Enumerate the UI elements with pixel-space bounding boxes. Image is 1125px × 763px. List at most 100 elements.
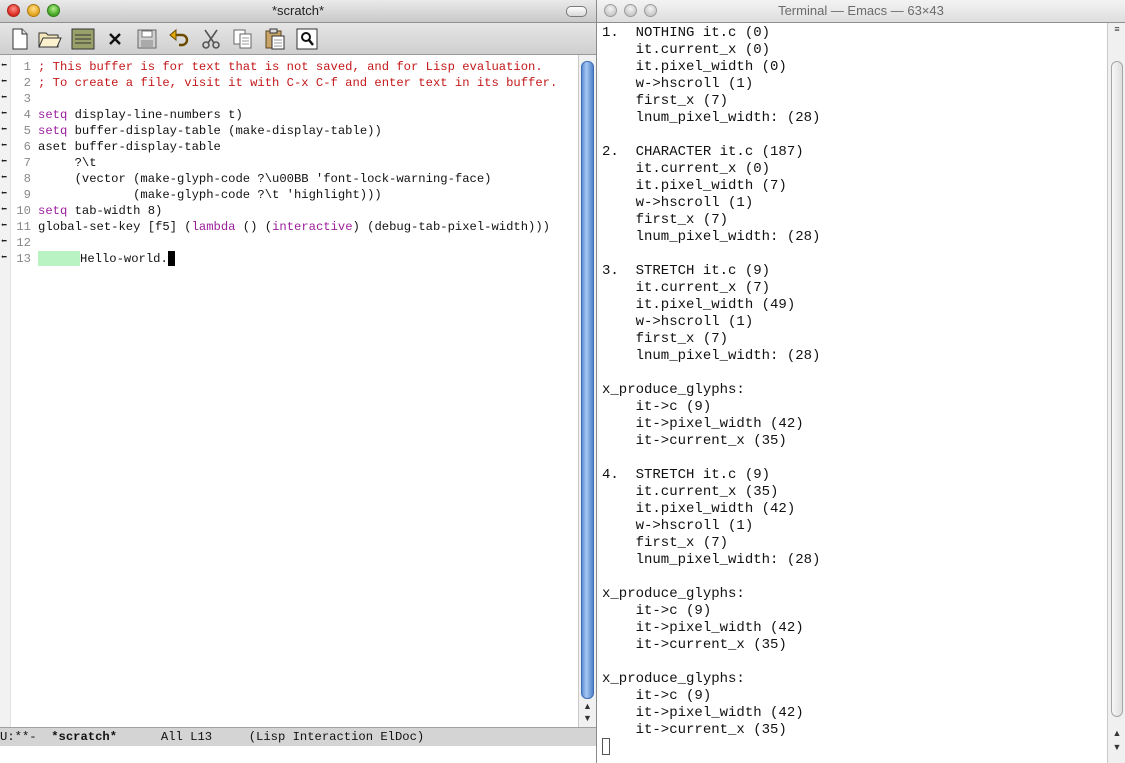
- fringe-arrow-icon: ⬅: [1, 157, 8, 168]
- code-token: setq: [38, 204, 68, 218]
- line-number: 1: [23, 60, 31, 74]
- terminal-line: w->hscroll (1): [602, 314, 754, 330]
- emacs-buffer-area[interactable]: ⬅ 1 ; This buffer is for text that is not …: [0, 55, 578, 727]
- fringe-arrow-icon: ⬅: [1, 109, 8, 120]
- terminal-output[interactable]: 1. NOTHING it.c (0) it.current_x (0) it.…: [597, 23, 1107, 763]
- terminal-line: w->hscroll (1): [602, 76, 754, 92]
- line-number: 4: [23, 108, 31, 122]
- terminal-scroll-thumb[interactable]: [1111, 61, 1123, 717]
- close-buffer-icon[interactable]: [103, 27, 127, 51]
- line-number: 7: [23, 156, 31, 170]
- fringe-arrow-icon: ⬅: [1, 253, 8, 264]
- code-token: Hello-world.: [80, 252, 168, 266]
- close-window-button[interactable]: [7, 4, 20, 17]
- terminal-line: it.pixel_width (42): [602, 501, 796, 517]
- terminal-title-bar[interactable]: Terminal — Emacs — 63×43: [597, 0, 1125, 23]
- buffer-line[interactable]: ⬅ 8 (vector (make-glyph-code ?\u00BB 'fon…: [0, 171, 578, 187]
- terminal-line: 4. STRETCH it.c (9): [602, 467, 771, 483]
- terminal-window: Terminal — Emacs — 63×43 1. NOTHING it.c…: [597, 0, 1125, 763]
- code-token: (vector (make-glyph-code ?\u00BB 'font-l…: [38, 172, 492, 186]
- terminal-line: it->pixel_width (42): [602, 620, 804, 636]
- buffer-line[interactable]: ⬅ 6 aset buffer-display-table: [0, 139, 578, 155]
- line-code: (vector (make-glyph-code ?\u00BB 'font-l…: [38, 171, 492, 187]
- terminal-scroll-up-arrow-icon[interactable]: ▲: [1108, 727, 1125, 739]
- fringe-arrow-icon: ⬅: [1, 93, 8, 104]
- terminal-line: it->c (9): [602, 688, 712, 704]
- modeline-status: U:**-: [0, 730, 52, 744]
- terminal-line: it.current_x (35): [602, 484, 779, 500]
- terminal-close-button[interactable]: [604, 4, 617, 17]
- line-number: 12: [16, 236, 31, 250]
- cut-icon[interactable]: [199, 27, 223, 51]
- buffer-line[interactable]: ⬅ 7 ?\t: [0, 155, 578, 171]
- emacs-window-title: *scratch*: [271, 3, 325, 18]
- buffer-line[interactable]: ⬅ 13 Hello-world.: [0, 251, 578, 267]
- terminal-minimize-button[interactable]: [624, 4, 637, 17]
- line-code: setq tab-width 8): [38, 203, 162, 219]
- code-token: interactive: [272, 220, 353, 234]
- paste-icon[interactable]: [263, 27, 287, 51]
- buffer-line[interactable]: ⬅ 11 global-set-key [f5] (lambda () (inter…: [0, 219, 578, 235]
- search-icon[interactable]: [295, 27, 319, 51]
- scroll-down-arrow-icon[interactable]: ▼: [579, 712, 596, 724]
- code-token: tab-width 8): [67, 204, 163, 218]
- terminal-line: 3. STRETCH it.c (9): [602, 263, 771, 279]
- line-number: 6: [23, 140, 31, 154]
- code-token: display-line-numbers t): [67, 108, 243, 122]
- code-token: ) (debug-tab-pixel-width))): [352, 220, 550, 234]
- terminal-line: lnum_pixel_width: (28): [602, 110, 821, 126]
- emacs-title-bar[interactable]: *scratch*: [0, 0, 596, 23]
- fringe-arrow-icon: ⬅: [1, 125, 8, 136]
- emacs-vertical-scrollbar[interactable]: ▲ ▼: [578, 55, 596, 727]
- buffer-line[interactable]: ⬅ 10 setq tab-width 8): [0, 203, 578, 219]
- terminal-line: it->pixel_width (42): [602, 705, 804, 721]
- line-code: ; To create a file, visit it with C-x C-…: [38, 75, 557, 91]
- minibuffer[interactable]: [0, 746, 596, 763]
- line-code: aset buffer-display-table: [38, 139, 221, 155]
- terminal-zoom-button[interactable]: [644, 4, 657, 17]
- code-token: ?\t: [38, 156, 97, 170]
- terminal-line: it.pixel_width (0): [602, 59, 787, 75]
- buffer-line[interactable]: ⬅ 2 ; To create a file, visit it with C-x …: [0, 75, 578, 91]
- terminal-vertical-scrollbar[interactable]: ≡ ▲ ▼: [1107, 23, 1125, 763]
- fringe-arrow-icon: ⬅: [1, 205, 8, 216]
- modeline-modes: (Lisp Interaction ElDoc): [248, 730, 425, 744]
- undo-icon[interactable]: [167, 27, 191, 51]
- line-code: ; This buffer is for text that is not sa…: [38, 59, 543, 75]
- terminal-line: x_produce_glyphs:: [602, 671, 745, 687]
- buffer-line[interactable]: ⬅ 1 ; This buffer is for text that is not …: [0, 59, 578, 75]
- code-token: global-set-key [f5] (: [38, 220, 192, 234]
- buffer-line[interactable]: ⬅ 9 (make-glyph-code ?\t 'highlight))): [0, 187, 578, 203]
- minimize-window-button[interactable]: [27, 4, 40, 17]
- line-number: 13: [16, 252, 31, 266]
- terminal-scroll-down-arrow-icon[interactable]: ▼: [1108, 741, 1125, 753]
- terminal-line: lnum_pixel_width: (28): [602, 552, 821, 568]
- modeline-position: All L13: [117, 730, 249, 744]
- code-token: aset buffer-display-table: [38, 140, 221, 154]
- buffer-line[interactable]: ⬅ 3: [0, 91, 578, 107]
- emacs-scroll-thumb[interactable]: [581, 61, 594, 699]
- terminal-line: first_x (7): [602, 331, 729, 347]
- line-code: (make-glyph-code ?\t 'highlight))): [38, 187, 382, 203]
- new-file-icon[interactable]: [8, 27, 32, 51]
- terminal-line: first_x (7): [602, 93, 729, 109]
- window-controls: [7, 4, 60, 17]
- fringe-arrow-icon: ⬅: [1, 189, 8, 200]
- line-code: setq display-line-numbers t): [38, 107, 243, 123]
- dired-icon[interactable]: [71, 27, 95, 51]
- buffer-line[interactable]: ⬅ 12: [0, 235, 578, 251]
- line-number: 9: [23, 188, 31, 202]
- save-icon[interactable]: [135, 27, 159, 51]
- buffer-line[interactable]: ⬅ 5 setq buffer-display-table (make-displa…: [0, 123, 578, 139]
- scroll-up-arrow-icon[interactable]: ▲: [579, 700, 596, 712]
- open-folder-icon[interactable]: [38, 27, 62, 51]
- buffer-line[interactable]: ⬅ 4 setq display-line-numbers t): [0, 107, 578, 123]
- fringe-arrow-icon: ⬅: [1, 237, 8, 248]
- copy-icon[interactable]: [231, 27, 255, 51]
- code-token: ; This buffer is for text that is not sa…: [38, 60, 543, 74]
- toolbar-toggle-button[interactable]: [566, 6, 587, 17]
- terminal-line: it.current_x (0): [602, 161, 771, 177]
- terminal-line: it->c (9): [602, 399, 712, 415]
- terminal-line: it->current_x (35): [602, 722, 787, 738]
- zoom-window-button[interactable]: [47, 4, 60, 17]
